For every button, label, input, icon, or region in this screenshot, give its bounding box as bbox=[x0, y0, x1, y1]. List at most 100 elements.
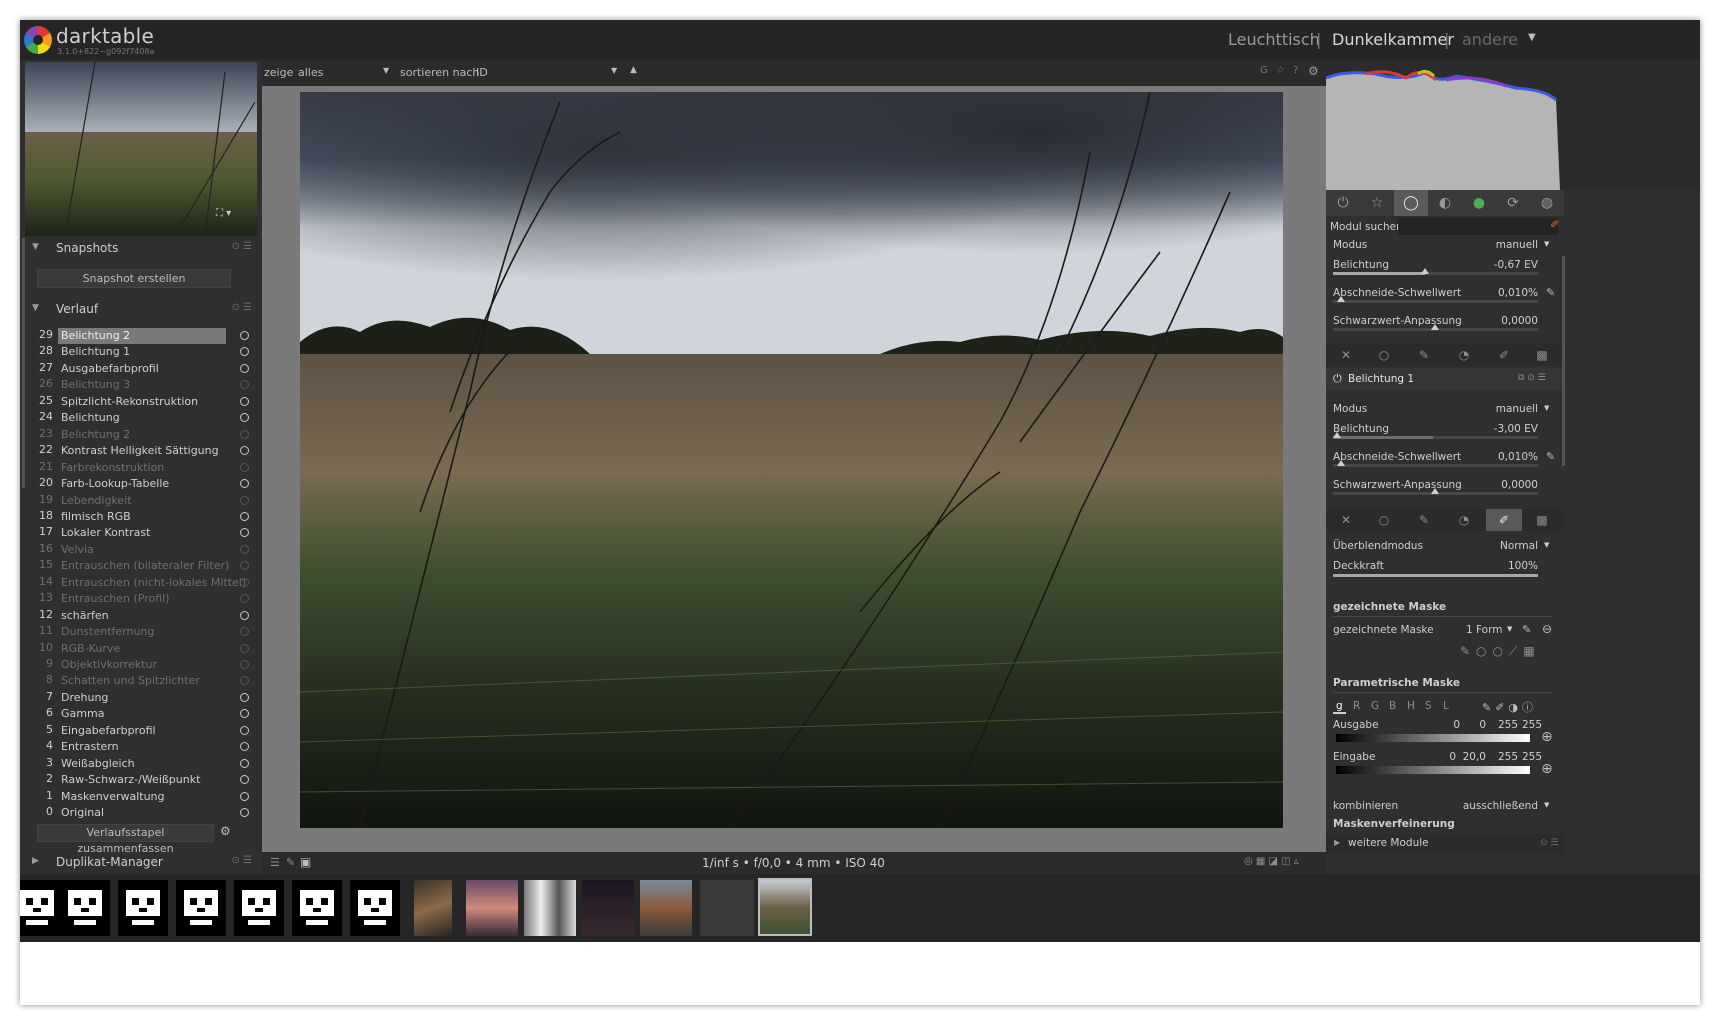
channel-tab[interactable]: B bbox=[1389, 700, 1396, 712]
history-item[interactable]: 26 Belichtung 3 bbox=[33, 377, 257, 395]
history-item[interactable]: 5 Eingabefarbprofil bbox=[33, 723, 257, 741]
display-icon[interactable]: ▣ bbox=[300, 855, 311, 869]
filmstrip-thumbnail[interactable] bbox=[640, 880, 692, 936]
history-item[interactable]: 11 Dunstentfernung bbox=[33, 624, 257, 642]
snapshot-create-button[interactable]: Snapshot erstellen bbox=[37, 269, 231, 288]
combine-select[interactable]: ausschließend bbox=[1446, 800, 1538, 812]
mode-select[interactable]: manuell bbox=[1476, 239, 1538, 251]
add-icon[interactable]: ⊕ bbox=[1541, 761, 1553, 777]
zoom-fit-icon[interactable]: ⛶ ▾ bbox=[216, 208, 231, 219]
clip-slider[interactable] bbox=[1333, 296, 1538, 303]
history-item[interactable]: 10 RGB-Kurve bbox=[33, 641, 257, 659]
module-actions-icons[interactable]: ⧉ ⊙ ☰ bbox=[1518, 373, 1546, 383]
history-item[interactable]: 19 Lebendigkeit bbox=[33, 493, 257, 511]
history-item[interactable]: 12 schärfen bbox=[33, 608, 257, 626]
history-item[interactable]: 17 Lokaler Kontrast bbox=[33, 525, 257, 543]
dropdown-arrow-icon[interactable]: ▼ bbox=[1544, 801, 1549, 809]
view-other[interactable]: andere bbox=[1462, 30, 1518, 49]
view-lighttable[interactable]: Leuchttisch bbox=[1228, 30, 1320, 49]
opacity-slider[interactable] bbox=[1333, 574, 1538, 577]
picker-icon[interactable]: ✎ bbox=[1546, 286, 1555, 299]
history-item[interactable]: 13 Entrauschen (Profil) bbox=[33, 591, 257, 609]
drawn-mask-icon[interactable]: ✎ bbox=[1406, 509, 1442, 531]
shape-tools-icons[interactable]: ✎○○⟋▦ bbox=[1460, 644, 1541, 659]
history-item[interactable]: 6 Gamma bbox=[33, 706, 257, 724]
slider-knob[interactable] bbox=[1333, 432, 1341, 438]
blend-uniform-icon[interactable]: ○ bbox=[1366, 344, 1402, 366]
filmstrip-thumbnail[interactable] bbox=[292, 880, 342, 936]
history-item[interactable]: 2 Raw-Schwarz-/Weißpunkt bbox=[33, 772, 257, 790]
output-gradient[interactable] bbox=[1336, 734, 1530, 742]
history-compress-button[interactable]: Verlaufsstapel zusammenfassen bbox=[37, 824, 214, 855]
channel-tab[interactable]: G bbox=[1371, 700, 1379, 712]
slider-knob[interactable] bbox=[1337, 460, 1345, 466]
parametric-mask-icon[interactable]: ◔ bbox=[1446, 344, 1482, 366]
gear-icon[interactable]: ⚙ bbox=[1308, 64, 1319, 78]
blend-uniform-icon[interactable]: ○ bbox=[1366, 509, 1402, 531]
channel-tab[interactable]: S bbox=[1425, 700, 1432, 712]
styles-icon[interactable]: ✎ bbox=[286, 856, 295, 869]
filmstrip-thumbnail[interactable] bbox=[350, 880, 400, 936]
reset-icon[interactable]: ⊙ ☰ bbox=[231, 241, 252, 252]
black-slider[interactable] bbox=[1333, 488, 1538, 495]
slider-knob[interactable] bbox=[1431, 488, 1439, 494]
filmstrip-thumbnail[interactable] bbox=[234, 880, 284, 936]
clip-slider[interactable] bbox=[1333, 460, 1538, 467]
history-item[interactable]: 28 Belichtung 1 bbox=[33, 344, 257, 362]
drawn-mask-shapes[interactable]: 1 Form bbox=[1466, 624, 1502, 636]
tone-group-icon[interactable]: ◐ bbox=[1428, 190, 1462, 216]
show-filter-select[interactable]: alles bbox=[298, 66, 323, 79]
channel-tab[interactable]: g bbox=[1333, 700, 1346, 714]
input-gradient[interactable] bbox=[1336, 766, 1530, 774]
histogram[interactable] bbox=[1325, 60, 1700, 190]
views-dropdown-icon[interactable]: ▼ bbox=[1528, 32, 1536, 43]
dropdown-arrow-icon[interactable]: ▼ bbox=[1544, 541, 1549, 549]
exposure-slider[interactable] bbox=[1333, 432, 1538, 439]
history-item[interactable]: 8 Schatten und Spitzlichter bbox=[33, 673, 257, 691]
history-item[interactable]: 9 Objektivkorrektur bbox=[33, 657, 257, 675]
dropdown-arrow-icon[interactable]: ▼ bbox=[611, 66, 617, 75]
view-darkroom[interactable]: Dunkelkammer bbox=[1332, 30, 1454, 49]
duplicate-manager-header[interactable]: ▶ Duplikat-Manager ⊙ ☰ bbox=[28, 852, 256, 874]
blend-off-icon[interactable]: ✕ bbox=[1328, 344, 1364, 366]
dropdown-arrow-icon[interactable]: ▼ bbox=[1507, 625, 1512, 633]
add-icon[interactable]: ⊕ bbox=[1541, 729, 1553, 745]
filmstrip-thumbnail[interactable] bbox=[176, 880, 226, 936]
image-canvas[interactable] bbox=[262, 86, 1326, 852]
history-item[interactable]: 23 Belichtung 2 bbox=[33, 427, 257, 445]
raster-mask-icon[interactable]: ▩ bbox=[1524, 344, 1560, 366]
exposure-slider[interactable] bbox=[1333, 268, 1538, 275]
exposure-1-header[interactable]: ⏻ Belichtung 1 ⧉ ⊙ ☰ bbox=[1326, 368, 1564, 390]
filmstrip-thumbnail[interactable] bbox=[60, 880, 110, 936]
reset-icon[interactable]: ⊙ ☰ bbox=[231, 302, 252, 313]
history-item[interactable]: 20 Farb-Lookup-Tabelle bbox=[33, 476, 257, 494]
help-icon[interactable]: ? bbox=[1293, 65, 1298, 76]
filmstrip-thumbnail[interactable] bbox=[582, 880, 634, 936]
more-modules-row[interactable]: ▶ weitere Module ⊙ ☰ bbox=[1326, 834, 1564, 854]
remove-mask-icon[interactable]: ⊖ bbox=[1542, 622, 1552, 636]
black-slider[interactable] bbox=[1333, 324, 1538, 331]
history-item[interactable]: 7 Drehung bbox=[33, 690, 257, 708]
favorites-icon[interactable]: ☆ bbox=[1360, 190, 1394, 216]
slider-knob[interactable] bbox=[1431, 324, 1439, 330]
history-item[interactable]: 24 Belichtung bbox=[33, 410, 257, 428]
create-style-icon[interactable]: ⚙ bbox=[220, 824, 231, 838]
raster-mask-icon[interactable]: ▩ bbox=[1524, 509, 1560, 531]
history-item[interactable]: 16 Velvia bbox=[33, 542, 257, 560]
module-search-input[interactable] bbox=[1398, 218, 1558, 235]
effect-group-icon[interactable]: ◍ bbox=[1530, 190, 1564, 216]
show-mask-icon[interactable]: ✎ bbox=[1522, 623, 1531, 636]
main-photo[interactable] bbox=[300, 92, 1283, 828]
history-item[interactable]: 29 Belichtung 2 bbox=[33, 328, 257, 346]
filmstrip-thumbnail[interactable] bbox=[700, 880, 754, 936]
history-item[interactable]: 27 Ausgabefarbprofil bbox=[33, 361, 257, 379]
mask-tool-icons[interactable]: ✎✐◑ⓘ bbox=[1482, 699, 1537, 715]
history-item[interactable]: 14 Entrauschen (nicht-lokales Mittel) bbox=[33, 575, 257, 593]
channel-tab[interactable]: H bbox=[1407, 700, 1415, 712]
pipette-icon[interactable]: ✐ bbox=[1550, 218, 1559, 231]
snapshots-header[interactable]: ▼ Snapshots ⊙ ☰ bbox=[28, 238, 256, 260]
history-item[interactable]: 0 Original bbox=[33, 805, 257, 823]
history-item[interactable]: 18 filmisch RGB bbox=[33, 509, 257, 527]
filmstrip-thumbnail[interactable] bbox=[20, 880, 62, 936]
slider-knob[interactable] bbox=[1337, 296, 1345, 302]
